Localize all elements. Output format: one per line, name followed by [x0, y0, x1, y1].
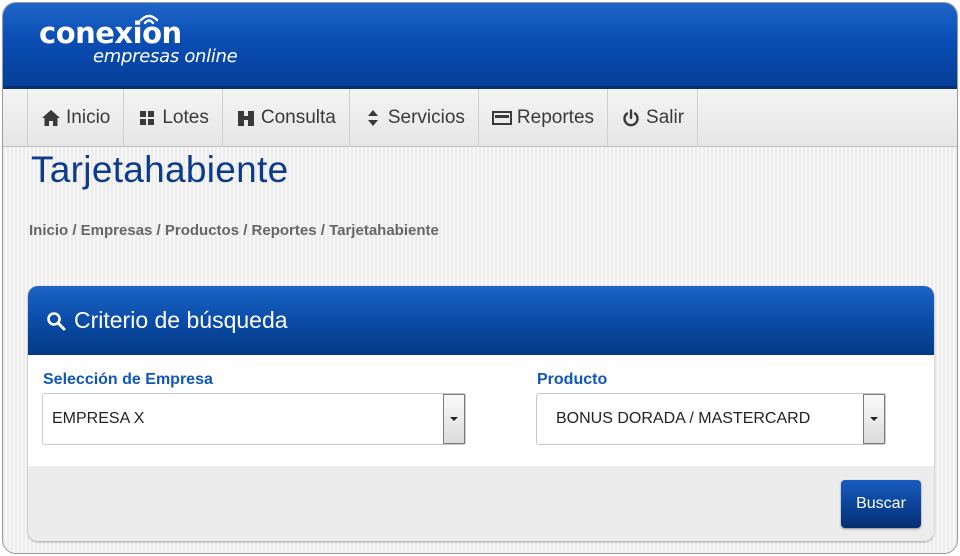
nav-item-label: Servicios — [387, 107, 465, 128]
search-icon — [46, 311, 66, 331]
empresa-select[interactable]: EMPRESA X — [42, 393, 466, 445]
nav-item-salir[interactable]: Salir — [608, 89, 699, 147]
chevron-down-icon[interactable] — [863, 394, 885, 444]
producto-label: Producto — [537, 371, 608, 388]
main-nav: Inicio Lotes Consulta Servicios Reportes… — [3, 89, 957, 147]
logo-tagline: empresas online — [93, 46, 238, 67]
app-window: conexion empresas online Inicio Lotes Co… — [2, 2, 958, 554]
nav-item-label: Reportes — [516, 107, 595, 128]
header: conexion empresas online — [3, 3, 957, 89]
producto-select[interactable]: BONUS DORADA / MASTERCARD — [536, 393, 886, 445]
page-title: Tarjetahabiente — [31, 149, 289, 190]
lotes-icon — [137, 108, 157, 128]
chevron-down-icon[interactable] — [443, 394, 465, 444]
reportes-icon — [491, 108, 512, 128]
search-panel-body: Selección de Empresa EMPRESA X Producto … — [28, 355, 934, 466]
logo[interactable]: conexion empresas online — [39, 14, 238, 67]
buscar-button[interactable]: Buscar — [841, 480, 921, 528]
nav-item-reportes[interactable]: Reportes — [479, 89, 609, 147]
producto-select-value: BONUS DORADA / MASTERCARD — [556, 410, 811, 427]
nav-item-label: Lotes — [162, 107, 209, 128]
nav-item-inicio[interactable]: Inicio — [28, 89, 125, 147]
empresa-select-value: EMPRESA X — [52, 410, 145, 427]
nav-item-label: Consulta — [260, 107, 336, 128]
search-panel-title: Criterio de búsqueda — [74, 307, 288, 333]
search-panel-header: Criterio de búsqueda — [28, 286, 934, 355]
consulta-icon — [236, 108, 256, 128]
search-panel: Criterio de búsqueda Selección de Empres… — [28, 286, 934, 541]
breadcrumb: Inicio / Empresas / Productos / Reportes… — [29, 222, 439, 239]
empresa-label: Selección de Empresa — [43, 371, 213, 388]
servicios-icon — [363, 108, 383, 128]
nav-item-consulta[interactable]: Consulta — [223, 89, 350, 147]
power-icon — [621, 108, 641, 128]
nav-item-label: Salir — [646, 107, 685, 128]
wifi-signal-icon — [139, 14, 159, 25]
search-panel-footer: Buscar — [28, 466, 934, 541]
nav-item-servicios[interactable]: Servicios — [350, 89, 479, 147]
nav-item-lotes[interactable]: Lotes — [124, 89, 223, 147]
nav-item-label: Inicio — [66, 107, 111, 128]
home-icon — [41, 108, 61, 128]
